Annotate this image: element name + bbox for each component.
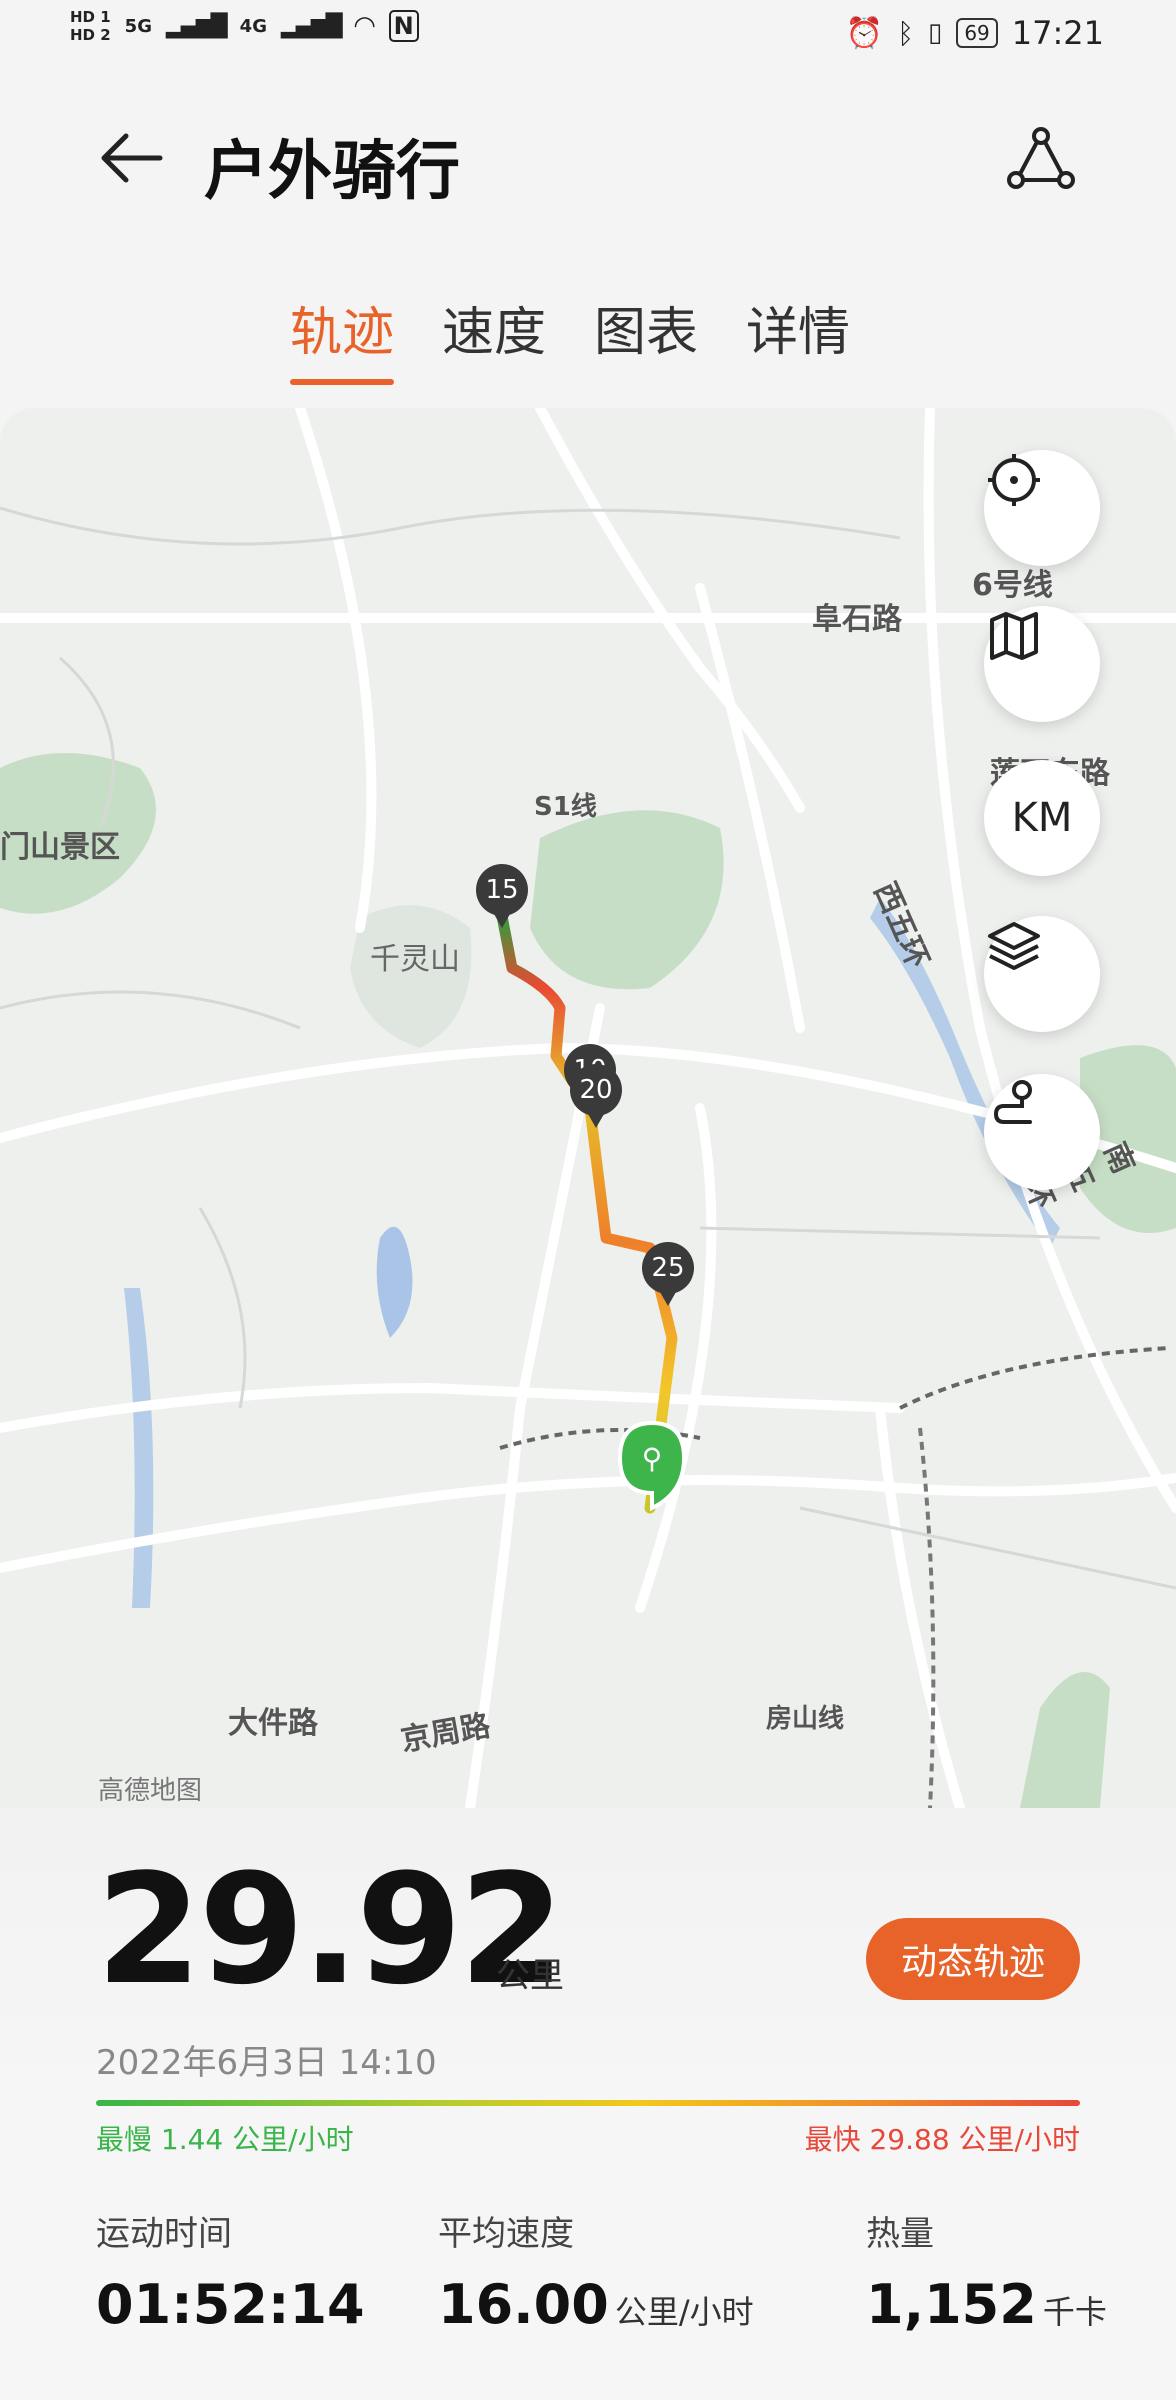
clock: 17:21 [1011, 14, 1104, 52]
page-title: 户外骑行 [204, 135, 460, 209]
route-icon [993, 1080, 1032, 1124]
metric-duration: 运动时间 01:52:14 [96, 2206, 365, 2336]
map-type-button[interactable] [984, 606, 1100, 722]
bluetooth-icon: ᛒ [897, 16, 915, 50]
svg-text:⚲: ⚲ [642, 1442, 663, 1475]
km-marker-15[interactable]: 15 [476, 864, 528, 928]
avg-speed-unit: 公里/小时 [614, 2293, 754, 2331]
signal-5g-label: 5G [124, 15, 152, 37]
status-right: ⏰ ᛒ ▯ 69 17:21 [846, 14, 1104, 52]
distance-unit: 公里 [496, 1956, 564, 1996]
share-icon[interactable] [1006, 124, 1076, 194]
locate-button[interactable] [984, 450, 1100, 566]
wifi-icon: ◠ [354, 11, 375, 41]
km-toggle-button[interactable]: KM [984, 760, 1100, 876]
km-marker-25[interactable]: 25 [642, 1242, 694, 1306]
avg-speed-label: 平均速度 [438, 2214, 574, 2254]
tab-bar: 轨迹 速度 图表 详情 [290, 290, 850, 385]
vibrate-icon: ▯ [928, 18, 943, 48]
metric-calories: 热量 1,152 千卡 [866, 2206, 1107, 2336]
status-bar: HD 1 HD 2 5G ▂▄▆█ 4G ▂▄▆█ ◠ N ⏰ ᛒ ▯ 69 1… [0, 0, 1176, 70]
crosshair-icon [988, 454, 1040, 506]
alarm-icon: ⏰ [845, 15, 884, 51]
map-label-s1-line: S1线 [534, 792, 597, 822]
battery-indicator: 69 [956, 18, 998, 48]
nfc-icon: N [388, 10, 419, 42]
back-arrow-icon[interactable] [96, 128, 166, 188]
avg-speed-row: 16.00 公里/小时 [438, 2273, 754, 2336]
layers-icon [988, 922, 1040, 970]
map-label-dajian-road: 大件路 [228, 1706, 318, 1741]
tab-track[interactable]: 轨迹 [290, 290, 395, 385]
fastest-speed: 最快 29.88 公里/小时 [804, 2123, 1080, 2156]
calories-unit: 千卡 [1042, 2293, 1107, 2331]
layers-button[interactable] [984, 916, 1100, 1032]
slowest-speed: 最慢 1.44 公里/小时 [96, 2123, 354, 2156]
map-attribution: 高德地图 [98, 1776, 203, 1806]
header: 户外骑行 [0, 110, 1176, 210]
map-label-scenic-area: 门山景区 [0, 830, 120, 865]
hd2-label: HD 2 [70, 26, 111, 44]
map-view[interactable]: ⚲ 阜石路 6号线 莲石东路 S1线 门山景区 千灵山 西五环 南五环 大件路 … [0, 408, 1176, 1808]
hd1-label: HD 1 [70, 8, 111, 26]
metric-avg-speed: 平均速度 16.00 公里/小时 [438, 2206, 754, 2336]
map-label-line6: 6号线 [972, 568, 1053, 603]
signal-4g-label: 4G [239, 15, 267, 37]
duration-value: 01:52:14 [96, 2273, 365, 2336]
route-button[interactable] [984, 1074, 1100, 1190]
signal-bars-icon: ▂▄▆█ [165, 13, 228, 39]
duration-label: 运动时间 [96, 2214, 232, 2254]
km-marker-20[interactable]: 20 [570, 1064, 622, 1128]
calories-value: 1,152 [866, 2273, 1037, 2336]
calories-label: 热量 [866, 2214, 934, 2254]
calories-row: 1,152 千卡 [866, 2273, 1107, 2336]
map-label-qianlingshan: 千灵山 [370, 942, 460, 977]
signal-bars-icon-2: ▂▄▆█ [280, 13, 343, 39]
dynamic-track-button[interactable]: 动态轨迹 [866, 1918, 1080, 2000]
status-left: HD 1 HD 2 5G ▂▄▆█ 4G ▂▄▆█ ◠ N [70, 8, 419, 44]
speed-gradient-bar [96, 2100, 1080, 2106]
avg-speed-value: 16.00 [438, 2273, 609, 2336]
workout-datetime: 2022年6月3日 14:10 [96, 2043, 437, 2083]
map-icon [990, 612, 1038, 660]
tab-speed[interactable]: 速度 [442, 290, 546, 385]
tab-details[interactable]: 详情 [746, 290, 850, 385]
map-label-fangshan-line: 房山线 [766, 1704, 845, 1734]
map-label-fushi-road: 阜石路 [812, 602, 902, 637]
hd-indicator: HD 1 HD 2 [70, 8, 111, 44]
tab-chart[interactable]: 图表 [594, 290, 698, 385]
distance-value: 29.92 [96, 1841, 565, 2018]
